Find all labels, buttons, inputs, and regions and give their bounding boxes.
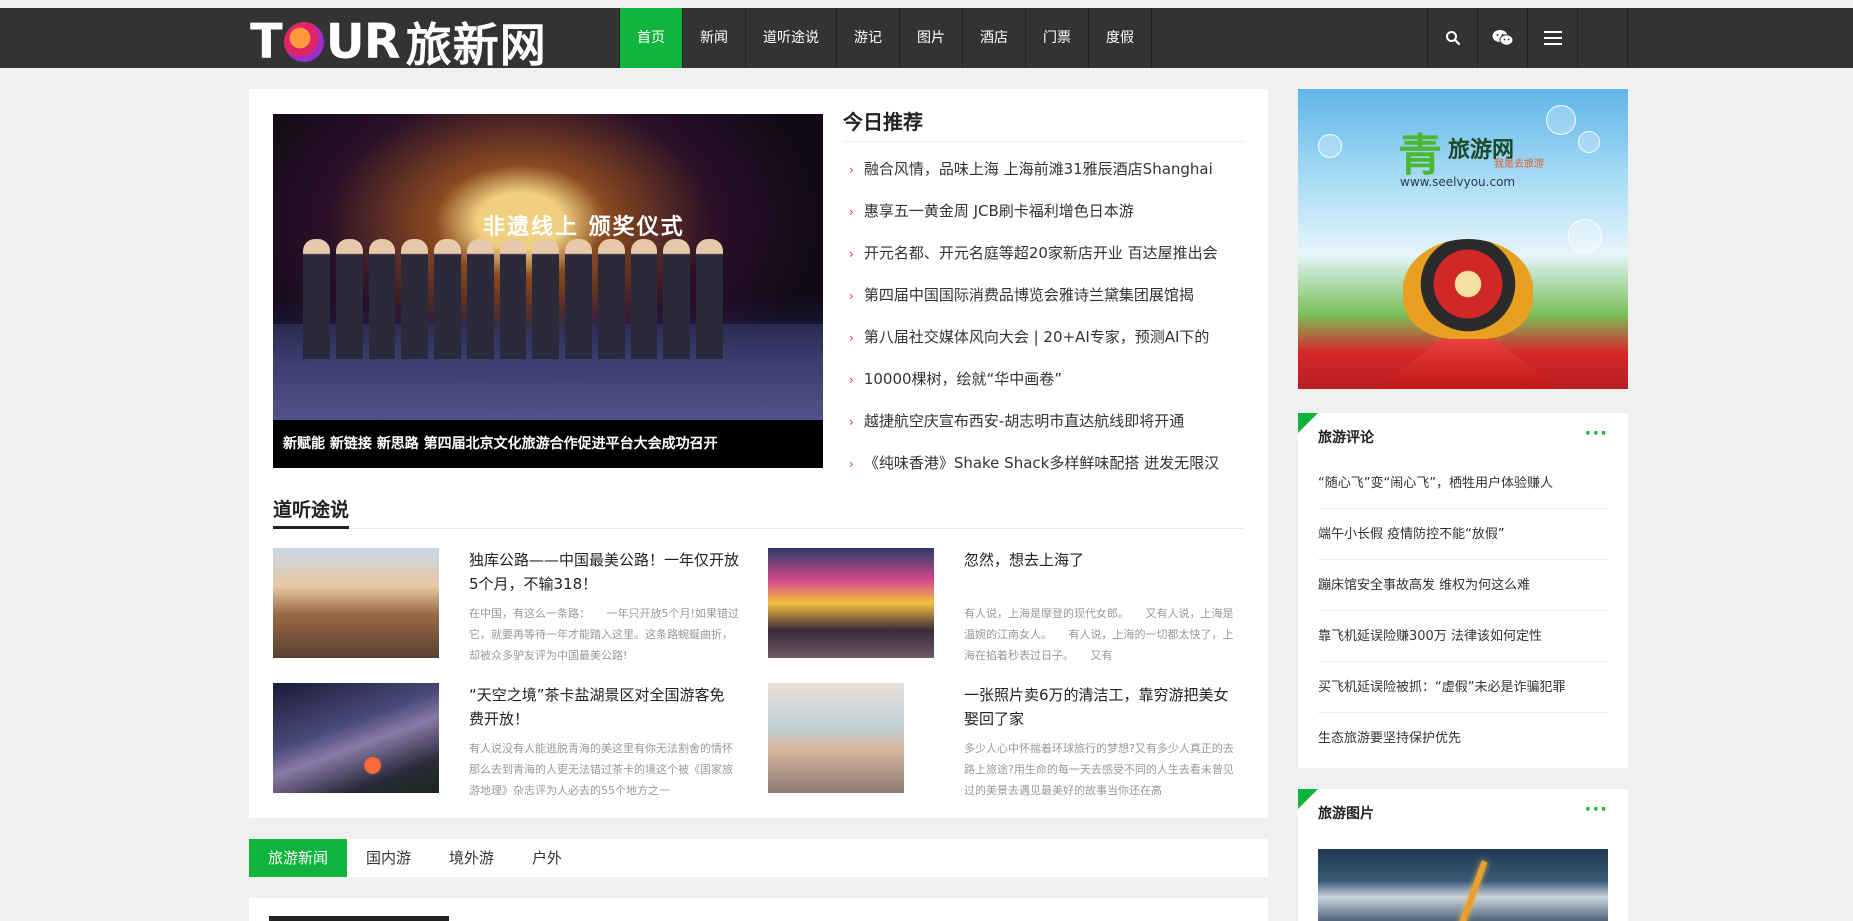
nav-item-travelogue[interactable]: 游记: [837, 8, 900, 68]
today-list: › 融合风情，品味上海 上海前滩31雅辰酒店Shanghai › 惠享五一黄金周 J…: [843, 148, 1245, 484]
article-title[interactable]: 一张照片卖6万的清洁工，靠穷游把美女娶回了家: [964, 683, 1234, 731]
chevron-right-icon: ›: [849, 331, 854, 345]
list-item[interactable]: 蹦床馆安全事故高发 维权为何这么难: [1318, 560, 1608, 611]
logo-cn-text: 旅新网: [405, 18, 547, 72]
photo-thumbnail[interactable]: [1318, 849, 1608, 921]
list-item[interactable]: › 10000棵树，绘就“华中画卷”: [843, 358, 1245, 400]
list-item[interactable]: 靠飞机延误险赚300万 法律该如何定性: [1318, 611, 1608, 662]
article-desc: 有人说，上海是摩登的现代女郎。 又有人说，上海是温婉的江南女人。 有人说，上海的…: [964, 607, 1234, 662]
main-nav: 首页 新闻 道听途说 游记 图片 酒店 门票 度假: [619, 8, 1152, 68]
ad-slogan: 我是去旅游: [1494, 159, 1544, 170]
article-thumbnail[interactable]: [768, 683, 904, 793]
list-item[interactable]: › 第四届中国国际消费品博览会雅诗兰黛集团展馆揭: [843, 274, 1245, 316]
article-title[interactable]: 忽然，想去上海了: [964, 548, 1234, 572]
nav-item-hearsay[interactable]: 道听途说: [746, 8, 837, 68]
chevron-right-icon: ›: [849, 457, 854, 471]
main-content-card: 非遗线上 颁奖仪式 新赋能 新链接 新思路 第四届北京文化旅游合作促进平台大会成…: [249, 89, 1268, 818]
list-item[interactable]: 端午小长假 疫情防控不能“放假”: [1318, 509, 1608, 560]
nav-item-hotels[interactable]: 酒店: [963, 8, 1026, 68]
comments-title: 旅游评论: [1318, 430, 1374, 446]
nav-item-vacation[interactable]: 度假: [1089, 8, 1152, 68]
chevron-right-icon: ›: [849, 205, 854, 219]
ad-url: www.seelvyou.com: [1400, 175, 1516, 189]
chevron-right-icon: ›: [849, 373, 854, 387]
corner-accent: [1298, 413, 1318, 433]
nav-item-news[interactable]: 新闻: [683, 8, 746, 68]
list-item[interactable]: › 《纯味香港》Shake Shack多样鲜味配搭 迸发无限汉: [843, 442, 1245, 484]
section-header: 道听途说: [273, 495, 1243, 529]
article-card: 独库公路——中国最美公路！一年仅开放5个月，不输318！ 在中国，有这么一条路：…: [273, 548, 743, 662]
nav-item-home[interactable]: 首页: [620, 8, 683, 68]
list-item[interactable]: 买飞机延误险被抓：“虚假”未必是诈骗犯罪: [1318, 662, 1608, 713]
tab-travel-news[interactable]: 旅游新闻: [249, 839, 348, 877]
corner-accent: [1298, 789, 1318, 809]
nav-empty-slot: [1578, 8, 1628, 68]
article-card: 一张照片卖6万的清洁工，靠穷游把美女娶回了家 多少人心中怀揣着环球旅行的梦想?又…: [768, 683, 1238, 797]
section-title[interactable]: 道听途说: [273, 495, 350, 529]
news-list-card: [249, 898, 1268, 921]
chevron-right-icon: ›: [849, 289, 854, 303]
list-item[interactable]: › 越捷航空庆宣布西安-胡志明市直达航线即将开通: [843, 400, 1245, 442]
slide-overlay-text: 非遗线上 颁奖仪式: [483, 215, 685, 240]
list-item[interactable]: 生态旅游要坚持保护优先: [1318, 713, 1608, 764]
travel-photos-card: 旅游图片 ···: [1298, 789, 1628, 921]
top-navbar: T UR 旅新网 首页 新闻 道听途说 游记 图片 酒店 门票 度假: [0, 8, 1853, 72]
news-thumbnail[interactable]: [269, 916, 449, 921]
featured-slider[interactable]: 非遗线上 颁奖仪式 新赋能 新链接 新思路 第四届北京文化旅游合作促进平台大会成…: [273, 114, 823, 468]
red-track-illustration: [1378, 339, 1558, 389]
article-desc: 有人说没有人能逃脱青海的美这里有你无法割舍的情怀那么去到青海的人更无法错过茶卡的…: [469, 742, 733, 797]
chevron-right-icon: ›: [849, 247, 854, 261]
article-title[interactable]: “天空之境”茶卡盐湖景区对全国游客免费开放！: [469, 683, 739, 731]
wechat-icon[interactable]: [1478, 8, 1528, 68]
today-recommend: 今日推荐 › 融合风情，品味上海 上海前滩31雅辰酒店Shanghai › 惠享五一…: [843, 107, 1245, 484]
top-strip: [0, 0, 1853, 8]
slide-people: [303, 239, 723, 359]
article-thumbnail[interactable]: [768, 548, 934, 658]
list-item[interactable]: › 惠享五一黄金周 JCB刷卡福利增色日本游: [843, 190, 1245, 232]
more-icon[interactable]: ···: [1584, 799, 1608, 820]
travel-comments-card: 旅游评论 ··· “随心飞”变“闹心飞”，栖牲用户体验赚人 端午小长假 疫情防控…: [1298, 413, 1628, 768]
today-title: 今日推荐: [843, 107, 1245, 142]
more-icon[interactable]: ···: [1584, 423, 1608, 444]
nav-item-tickets[interactable]: 门票: [1026, 8, 1089, 68]
tab-domestic[interactable]: 国内游: [347, 839, 430, 877]
menu-icon[interactable]: [1528, 8, 1578, 68]
slide-caption[interactable]: 新赋能 新链接 新思路 第四届北京文化旅游合作促进平台大会成功召开: [273, 420, 823, 468]
site-logo[interactable]: T UR 旅新网: [250, 14, 547, 72]
sidebar-ad-banner[interactable]: 青旅游网 我是去旅游 www.seelvyou.com: [1298, 89, 1628, 389]
comments-list: “随心飞”变“闹心飞”，栖牲用户体验赚人 端午小长假 疫情防控不能“放假” 蹦床…: [1318, 458, 1608, 764]
opera-mask-illustration: [1403, 239, 1533, 339]
nav-item-pictures[interactable]: 图片: [900, 8, 963, 68]
ad-brand: 青旅游网: [1398, 130, 1515, 181]
tab-outbound[interactable]: 境外游: [430, 839, 513, 877]
chevron-right-icon: ›: [849, 163, 854, 177]
article-card: “天空之境”茶卡盐湖景区对全国游客免费开放！ 有人说没有人能逃脱青海的美这里有你…: [273, 683, 743, 797]
ad-brand-glyph: 青: [1398, 130, 1442, 181]
article-thumbnail[interactable]: [273, 683, 439, 793]
tab-outdoor[interactable]: 户外: [513, 839, 581, 877]
list-item[interactable]: › 融合风情，品味上海 上海前滩31雅辰酒店Shanghai: [843, 148, 1245, 190]
chevron-right-icon: ›: [849, 415, 854, 429]
news-tabs: 旅游新闻 国内游 境外游 户外: [249, 839, 1268, 877]
list-item[interactable]: “随心飞”变“闹心飞”，栖牲用户体验赚人: [1318, 458, 1608, 509]
search-icon[interactable]: [1428, 8, 1478, 68]
article-title[interactable]: 独库公路——中国最美公路！一年仅开放5个月，不输318！: [469, 548, 739, 596]
nav-icon-group: [1427, 8, 1628, 68]
photos-title: 旅游图片: [1318, 806, 1374, 822]
logo-text: T UR: [250, 14, 401, 70]
list-item[interactable]: › 第八届社交媒体风向大会 | 20+AI专家，预测AI下的: [843, 316, 1245, 358]
article-desc: 多少人心中怀揣着环球旅行的梦想?又有多少人真正的去路上旅途?用生命的每一天去感受…: [964, 742, 1234, 797]
article-card: 忽然，想去上海了 有人说，上海是摩登的现代女郎。 又有人说，上海是温婉的江南女人…: [768, 548, 1238, 662]
article-thumbnail[interactable]: [273, 548, 439, 658]
list-item[interactable]: › 开元名都、开元名庭等超20家新店开业 百达屋推出会: [843, 232, 1245, 274]
article-desc: 在中国，有这么一条路： 一年只开放5个月!如果错过它，就要再等待一年才能踏入这里…: [469, 607, 739, 662]
balloon-icon: [283, 22, 324, 62]
